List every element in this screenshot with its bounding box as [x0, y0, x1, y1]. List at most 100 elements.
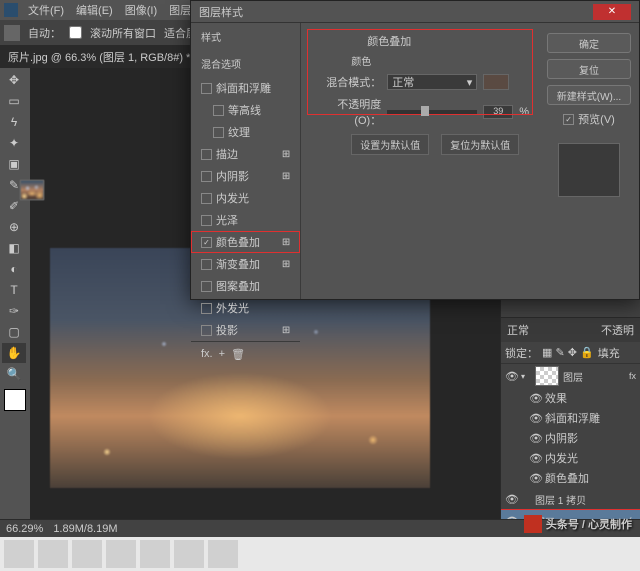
- style-row-等高线[interactable]: 等高线: [191, 99, 300, 121]
- layer-effect[interactable]: 👁效果: [501, 388, 640, 408]
- layer-effect[interactable]: 👁斜面和浮雕: [501, 408, 640, 428]
- wand-tool[interactable]: ✦: [2, 133, 26, 153]
- new-style-button[interactable]: 新建样式(W)...: [547, 85, 631, 105]
- layer-style-dialog: 图层样式 ✕ 样式 混合选项 斜面和浮雕等高线纹理描边⊞内阴影⊞内发光光泽 ✓ 颜色…: [190, 0, 640, 300]
- layer-row[interactable]: 👁▾图层fx: [501, 364, 640, 388]
- dialog-titlebar[interactable]: 图层样式 ✕: [191, 1, 639, 23]
- plus-icon[interactable]: ⊞: [282, 171, 290, 182]
- set-default-button[interactable]: 设置为默认值: [351, 134, 429, 155]
- style-cb[interactable]: [201, 171, 212, 182]
- watermark-icon: [524, 515, 542, 533]
- taskbar-item[interactable]: [174, 540, 204, 568]
- tool-preset-icon[interactable]: [4, 25, 20, 41]
- dialog-title: 图层样式: [199, 4, 243, 20]
- taskbar-item[interactable]: [4, 540, 34, 568]
- lock-icons[interactable]: ▦ ✎ ✥ 🔒: [542, 346, 594, 359]
- plus-icon[interactable]: ⊞: [282, 237, 290, 248]
- style-cb[interactable]: [201, 281, 212, 292]
- style-cb[interactable]: [201, 259, 212, 270]
- add-icon[interactable]: +: [219, 348, 225, 361]
- fx-icon[interactable]: fx.: [201, 348, 213, 361]
- opacity-slider[interactable]: [387, 110, 477, 114]
- style-cb[interactable]: [213, 105, 224, 116]
- zoom-value[interactable]: 66.29%: [6, 523, 43, 535]
- style-label: 颜色叠加: [216, 234, 260, 250]
- style-cb[interactable]: [201, 83, 212, 94]
- style-cb[interactable]: [201, 193, 212, 204]
- menu-image[interactable]: 图像(I): [123, 2, 159, 18]
- style-cb[interactable]: ✓: [201, 237, 212, 248]
- plus-icon[interactable]: ⊞: [282, 149, 290, 160]
- style-row-图案叠加[interactable]: 图案叠加: [191, 275, 300, 297]
- eye-icon[interactable]: 👁: [529, 412, 541, 425]
- taskbar-item[interactable]: [38, 540, 68, 568]
- style-row-纹理[interactable]: 纹理: [191, 121, 300, 143]
- taskbar-item[interactable]: [106, 540, 136, 568]
- menu-file[interactable]: 文件(F): [26, 2, 66, 18]
- style-label: 投影: [216, 322, 238, 338]
- layer-effect[interactable]: 👁颜色叠加: [501, 468, 640, 488]
- path-tool[interactable]: ✑: [2, 301, 26, 321]
- style-cb[interactable]: [213, 127, 224, 138]
- menu-edit[interactable]: 编辑(E): [74, 2, 115, 18]
- style-row-内发光[interactable]: 内发光: [191, 187, 300, 209]
- eye-icon[interactable]: 👁: [505, 493, 517, 506]
- eye-icon[interactable]: 👁: [529, 452, 541, 465]
- style-row-渐变叠加[interactable]: 渐变叠加 ⊞: [191, 253, 300, 275]
- gradient-tool[interactable]: ◐: [2, 259, 26, 279]
- styles-header[interactable]: 样式: [191, 23, 300, 50]
- text-tool[interactable]: T: [2, 280, 26, 300]
- blend-mode[interactable]: 正常: [507, 322, 529, 338]
- crop-tool[interactable]: ▣: [2, 154, 26, 174]
- style-foot: fx. + 🗑: [191, 341, 300, 367]
- reset-default-button[interactable]: 复位为默认值: [441, 134, 519, 155]
- taskbar-item[interactable]: [140, 540, 170, 568]
- layer-effect[interactable]: 👁内阴影: [501, 428, 640, 448]
- shape-tool[interactable]: ▢: [2, 322, 26, 342]
- reset-button[interactable]: 复位: [547, 59, 631, 79]
- preview-label: 预览(V): [578, 111, 615, 127]
- expand-icon[interactable]: ▾: [521, 372, 531, 381]
- style-label: 渐变叠加: [216, 256, 260, 272]
- highlight-box: [307, 29, 533, 115]
- eye-icon[interactable]: 👁: [505, 370, 517, 383]
- color-swatch[interactable]: [4, 389, 26, 411]
- layer-row[interactable]: 👁图层 1 拷贝: [501, 488, 640, 510]
- layer-effect[interactable]: 👁内发光: [501, 448, 640, 468]
- blend-options[interactable]: 混合选项: [191, 50, 300, 77]
- trash-icon[interactable]: 🗑: [231, 348, 245, 361]
- eraser-tool[interactable]: ◧: [2, 238, 26, 258]
- ok-button[interactable]: 确定: [547, 33, 631, 53]
- stamp-tool[interactable]: ⊕: [2, 217, 26, 237]
- plus-icon[interactable]: ⊞: [282, 259, 290, 270]
- zoom-tool[interactable]: 🔍: [2, 364, 26, 384]
- eye-icon[interactable]: 👁: [529, 392, 541, 405]
- watermark: 头条号 / 心灵制作: [524, 515, 632, 533]
- close-icon[interactable]: ✕: [593, 4, 631, 20]
- style-row-光泽[interactable]: 光泽: [191, 209, 300, 231]
- auto-label: 自动：: [28, 25, 61, 41]
- opt-scroll-cb[interactable]: [69, 26, 82, 39]
- layers-header: 正常 不透明: [501, 318, 640, 342]
- hand-tool[interactable]: ✋: [2, 343, 26, 363]
- eye-icon[interactable]: 👁: [529, 472, 541, 485]
- style-row-投影[interactable]: 投影 ⊞: [191, 319, 300, 341]
- eye-icon[interactable]: 👁: [529, 432, 541, 445]
- marquee-tool[interactable]: ▭: [2, 91, 26, 111]
- taskbar-item[interactable]: [208, 540, 238, 568]
- style-cb[interactable]: [201, 149, 212, 160]
- style-row-描边[interactable]: 描边⊞: [191, 143, 300, 165]
- taskbar-item[interactable]: [72, 540, 102, 568]
- plus-icon[interactable]: ⊞: [282, 325, 290, 336]
- style-row-斜面和浮雕[interactable]: 斜面和浮雕: [191, 77, 300, 99]
- style-row-内阴影[interactable]: 内阴影⊞: [191, 165, 300, 187]
- style-row-颜色叠加[interactable]: ✓ 颜色叠加 ⊞: [191, 231, 300, 253]
- style-row-外发光[interactable]: 外发光: [191, 297, 300, 319]
- style-cb[interactable]: [201, 325, 212, 336]
- preview-cb[interactable]: ✓: [563, 114, 574, 125]
- move-tool[interactable]: ✥: [2, 70, 26, 90]
- lasso-tool[interactable]: ϟ: [2, 112, 26, 132]
- style-label: 外发光: [216, 300, 249, 316]
- style-cb[interactable]: [201, 303, 212, 314]
- style-cb[interactable]: [201, 215, 212, 226]
